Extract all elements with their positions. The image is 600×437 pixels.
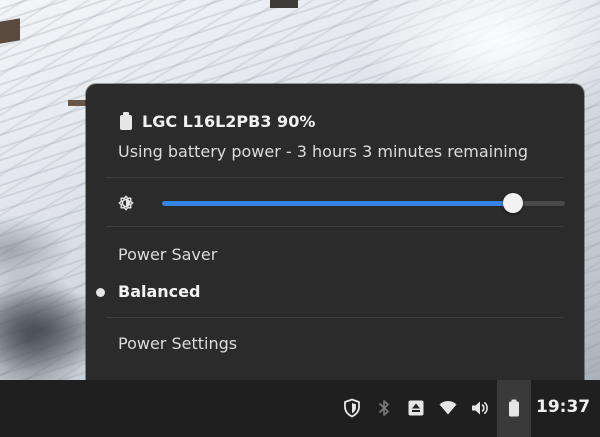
system-panel: 19:37 — [0, 380, 600, 437]
battery-tray-button[interactable] — [497, 380, 531, 437]
wallpaper-detail — [270, 0, 298, 8]
battery-status-text: Using battery power - 3 hours 3 minutes … — [118, 142, 528, 161]
wallpaper-detail — [68, 100, 86, 106]
balanced-item[interactable]: Balanced — [118, 282, 200, 301]
selected-indicator-dot — [96, 288, 105, 297]
battery-icon — [504, 398, 524, 418]
divider — [106, 317, 564, 318]
brightness-icon — [118, 195, 134, 211]
divider — [106, 177, 564, 178]
wallpaper-detail — [0, 255, 90, 380]
battery-title: LGC L16L2PB3 90% — [142, 111, 316, 131]
divider — [106, 226, 564, 227]
brightness-row — [118, 192, 566, 214]
battery-header: LGC L16L2PB3 90% — [120, 110, 315, 132]
shield-icon[interactable] — [342, 398, 362, 418]
volume-icon[interactable] — [470, 398, 490, 418]
brightness-slider-handle[interactable] — [502, 193, 523, 213]
power-menu-popover: LGC L16L2PB3 90% Using battery power - 3… — [86, 84, 584, 380]
battery-icon — [120, 112, 132, 130]
clock[interactable]: 19:37 — [536, 397, 590, 417]
wallpaper-detail — [0, 18, 20, 44]
brightness-slider-fill — [162, 201, 513, 206]
wifi-icon[interactable] — [438, 398, 458, 418]
power-settings-item[interactable]: Power Settings — [118, 334, 237, 353]
bluetooth-icon[interactable] — [374, 398, 394, 418]
power-saver-item[interactable]: Power Saver — [118, 245, 217, 264]
eject-icon[interactable] — [406, 398, 426, 418]
